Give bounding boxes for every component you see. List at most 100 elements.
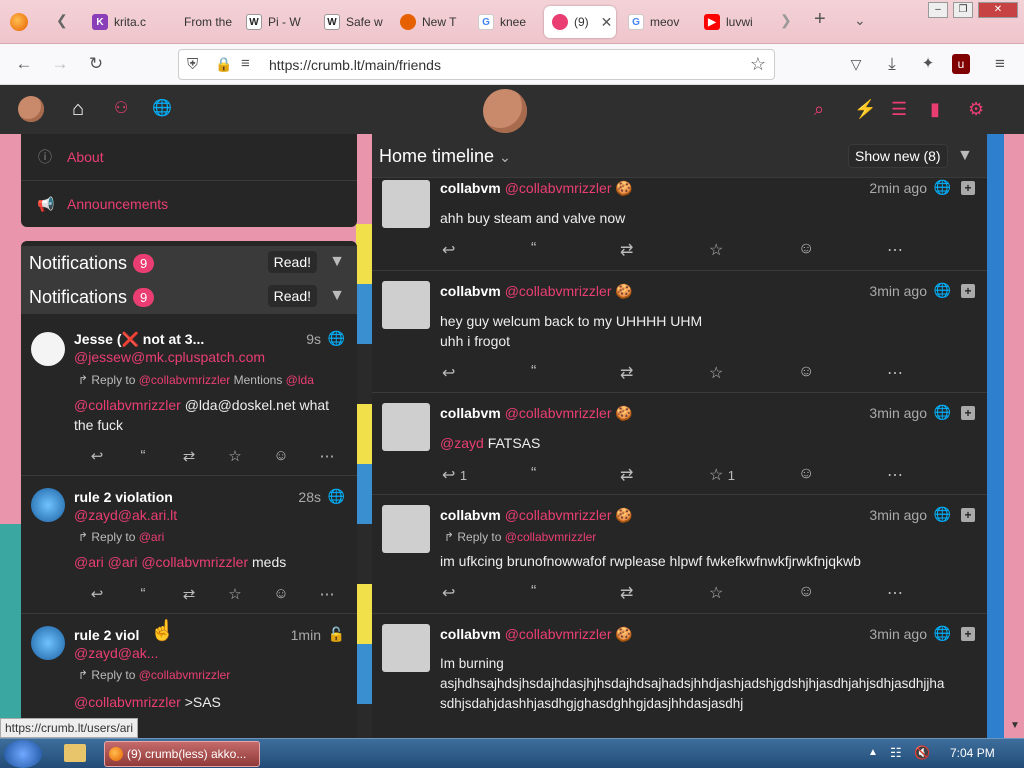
repeat-icon[interactable]: ⇄: [166, 585, 212, 603]
tab-crumb-active[interactable]: (9) ✕: [544, 6, 616, 38]
emoji-react-icon[interactable]: ☺: [258, 447, 304, 465]
bolt-icon[interactable]: ⚡: [854, 98, 876, 120]
avatar[interactable]: [382, 180, 430, 228]
pocket-icon[interactable]: ▽: [844, 52, 868, 76]
expand-icon[interactable]: +: [961, 406, 975, 420]
settings-gear-icon[interactable]: ⚙: [968, 98, 984, 120]
post-author[interactable]: collabvm @collabvmrizzler 🍪: [440, 405, 633, 422]
back-icon[interactable]: ←: [12, 52, 36, 76]
more-icon[interactable]: ⋯: [887, 583, 976, 603]
tray-expand-icon[interactable]: ▲: [868, 747, 878, 758]
avatar[interactable]: [31, 626, 65, 660]
bookmark-icon[interactable]: ▮: [930, 98, 940, 120]
filter-icon[interactable]: ▼: [957, 147, 973, 165]
expand-icon[interactable]: +: [961, 284, 975, 298]
favorite-star-icon[interactable]: ☆: [212, 447, 258, 465]
lock-icon[interactable]: 🔒: [215, 56, 232, 73]
tab-list-icon[interactable]: ⌄: [854, 12, 866, 29]
favorite-star-icon[interactable]: ☆: [709, 583, 798, 603]
avatar[interactable]: [382, 505, 430, 553]
notification-author[interactable]: rule 2 viol: [74, 627, 139, 643]
post-handle[interactable]: @collabvmrizzler: [505, 405, 612, 421]
taskbar-firefox-window[interactable]: (9) crumb(less) akko...: [104, 741, 260, 767]
start-button[interactable]: [4, 740, 42, 768]
close-window-icon[interactable]: ✕: [978, 2, 1018, 18]
repeat-icon[interactable]: ⇄: [620, 583, 709, 603]
timeline-post[interactable]: collabvm @collabvmrizzler 🍪 3min ago 🌐 + …: [372, 495, 987, 614]
quote-icon[interactable]: “: [531, 363, 620, 383]
network-icon[interactable]: ☷: [890, 745, 902, 761]
tab-scroll-left-icon[interactable]: ❮: [56, 12, 68, 29]
close-tab-icon[interactable]: ✕: [601, 14, 613, 31]
home-icon[interactable]: ⌂: [72, 98, 84, 120]
post-author[interactable]: collabvm @collabvmrizzler 🍪: [440, 507, 633, 524]
reply-icon[interactable]: ↩: [74, 447, 120, 465]
tab-knee[interactable]: Gknee: [474, 6, 540, 38]
url-bar[interactable]: ⛨ 🔒 ≡ https://crumb.lt/main/friends ☆: [178, 49, 775, 80]
avatar[interactable]: [382, 624, 430, 672]
quote-icon[interactable]: “: [120, 447, 166, 465]
avatar[interactable]: [31, 332, 65, 366]
sidebar-item-about[interactable]: ⓘ About: [21, 134, 357, 180]
expand-icon[interactable]: +: [961, 627, 975, 641]
friends-icon[interactable]: ⚇: [114, 98, 128, 120]
quote-icon[interactable]: “: [531, 465, 620, 485]
post-time[interactable]: 3min ago: [869, 507, 927, 523]
notification-item[interactable]: rule 2 violation 28s 🌐 @zayd@ak.ari.lt ↱…: [21, 476, 357, 614]
tab-safe-wikipedia[interactable]: W Safe w: [320, 6, 390, 38]
notification-time[interactable]: 28s: [298, 489, 321, 505]
notification-time[interactable]: 1min: [291, 627, 321, 643]
quote-icon[interactable]: “: [120, 585, 166, 603]
explorer-icon[interactable]: [64, 744, 86, 762]
show-new-button[interactable]: Show new (8): [848, 144, 948, 168]
post-handle[interactable]: @collabvmrizzler: [505, 283, 612, 299]
firefox-menu-icon[interactable]: [10, 13, 28, 31]
notification-handle[interactable]: @zayd@ak.ari.lt: [74, 507, 177, 523]
notification-handle[interactable]: @zayd@ak...: [74, 645, 158, 661]
tab-krita[interactable]: Kkrita.c: [88, 6, 154, 38]
expand-icon[interactable]: +: [961, 508, 975, 522]
avatar[interactable]: [31, 488, 65, 522]
mention-link[interactable]: @collabvmrizzler: [74, 397, 181, 413]
emoji-react-icon[interactable]: ☺: [798, 363, 887, 383]
reply-icon[interactable]: ↩: [74, 585, 120, 603]
avatar[interactable]: [382, 281, 430, 329]
favorite-star-icon[interactable]: ☆ 1: [709, 465, 798, 485]
reply-icon[interactable]: ↩: [442, 583, 531, 603]
taskbar-clock[interactable]: 7:04 PM: [950, 746, 995, 760]
post-handle[interactable]: @collabvmrizzler: [505, 626, 612, 642]
timeline-post[interactable]: collabvm @collabvmrizzler 🍪 3min ago 🌐 + …: [372, 393, 987, 495]
reply-to-link[interactable]: @collabvmrizzler: [505, 530, 597, 544]
reply-icon[interactable]: ↩: [442, 363, 531, 383]
post-time[interactable]: 3min ago: [869, 283, 927, 299]
tab-scroll-right-icon[interactable]: ❯: [780, 12, 792, 29]
repeat-icon[interactable]: ⇄: [620, 240, 709, 260]
quote-icon[interactable]: “: [531, 240, 620, 260]
mention-link[interactable]: @collabvmrizzler: [74, 694, 181, 710]
more-icon[interactable]: ⋯: [304, 447, 350, 465]
notification-time[interactable]: 9s: [306, 331, 321, 347]
mark-read-button[interactable]: Read!: [267, 285, 317, 307]
mention-link[interactable]: @zayd: [440, 435, 484, 451]
more-icon[interactable]: ⋯: [887, 240, 976, 260]
notification-author[interactable]: rule 2 violation: [74, 489, 173, 505]
quote-icon[interactable]: “: [531, 583, 620, 603]
list-icon[interactable]: ☰: [891, 98, 907, 120]
post-author[interactable]: collabvm @collabvmrizzler 🍪: [440, 180, 633, 197]
shield-icon[interactable]: ⛨: [187, 56, 198, 73]
more-icon[interactable]: ⋯: [304, 585, 350, 603]
timeline-post[interactable]: collabvm @collabvmrizzler 🍪 2min ago 🌐 + …: [372, 178, 987, 271]
reply-icon[interactable]: ↩: [442, 240, 531, 260]
tab-from-the[interactable]: From the: [158, 6, 234, 38]
url-text[interactable]: https://crumb.lt/main/friends: [269, 57, 441, 73]
filter-icon[interactable]: ▼: [329, 287, 345, 305]
filter-icon[interactable]: ▼: [329, 253, 345, 271]
volume-muted-icon[interactable]: 🔇: [914, 745, 930, 761]
globe-icon[interactable]: 🌐: [152, 98, 172, 120]
post-time[interactable]: 3min ago: [869, 626, 927, 642]
notification-handle[interactable]: @jessew@mk.cpluspatch.com: [74, 349, 265, 365]
timeline-post[interactable]: collabvm @collabvmrizzler 🍪 3min ago 🌐 + …: [372, 614, 987, 738]
bookmark-star-icon[interactable]: ☆: [750, 54, 766, 75]
forward-icon[interactable]: →: [48, 52, 72, 76]
timeline-post[interactable]: collabvm @collabvmrizzler 🍪 3min ago 🌐 + …: [372, 271, 987, 393]
